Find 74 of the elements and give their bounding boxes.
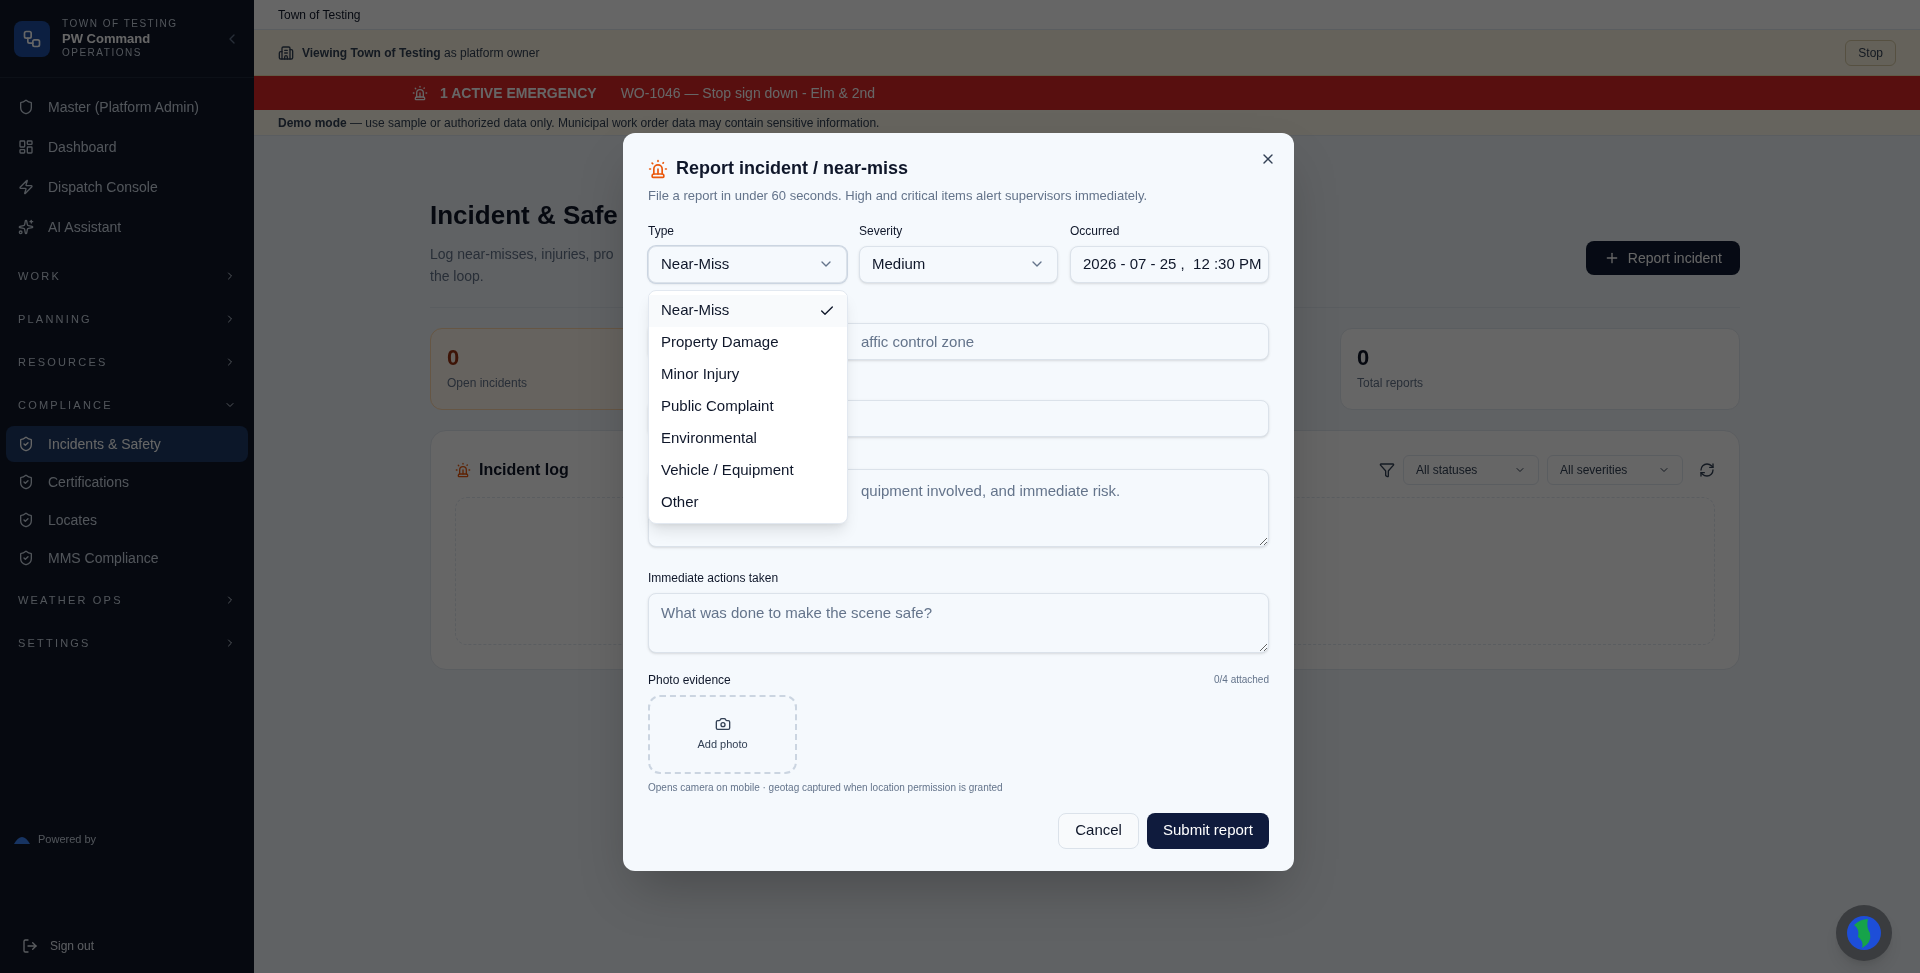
refresh-icon[interactable]	[1699, 462, 1715, 478]
panel-title: Incident log	[479, 460, 569, 480]
workflow-icon	[22, 28, 42, 49]
emergency-detail[interactable]: WO-1046 — Stop sign down - Elm & 2nd	[620, 82, 876, 104]
field-label: Immediate actions taken	[648, 569, 780, 587]
photo-hint: Opens camera on mobile · geotag captured when location permission is granted	[648, 780, 1004, 795]
section-header[interactable]: COMPLIANCE	[6, 383, 248, 427]
stat-value: 0	[447, 344, 460, 372]
section-header[interactable]: SETTINGS	[6, 621, 248, 665]
section-header[interactable]: WORK	[6, 254, 248, 298]
actions-field[interactable]: What was done to make the scene safe?	[648, 592, 1269, 653]
emergency-title: 1 ACTIVE EMERGENCY	[440, 83, 597, 103]
siren-icon	[412, 85, 428, 101]
shield-icon	[18, 99, 34, 116]
stat-label: Total reports	[1357, 375, 1424, 392]
sidebar-item[interactable]: AI Assistant	[6, 210, 248, 245]
report-incident-button[interactable]: Report incident	[1585, 241, 1740, 275]
dropdown-option[interactable]: Environmental	[649, 422, 847, 455]
impersonation-text: Viewing Town of Testing as platform owner	[302, 44, 540, 62]
section-header[interactable]: WEATHER OPS	[6, 578, 248, 622]
shield-check-icon	[18, 550, 34, 567]
powered-by-text: Powered by	[38, 831, 97, 847]
dropdown-option[interactable]: Public Complaint	[649, 390, 847, 423]
severity-select[interactable]: Medium	[859, 245, 1058, 283]
shield-check-icon	[18, 436, 34, 453]
field-label: Severity	[859, 222, 904, 240]
add-photo-button[interactable]: Add photo	[648, 694, 797, 774]
filter-icon	[1379, 462, 1395, 478]
page-title: Incident & Safe	[430, 199, 618, 232]
stat-label: Open incidents	[447, 375, 528, 392]
submit-button[interactable]: Submit report	[1146, 812, 1269, 849]
dropdown-option[interactable]: Other	[649, 486, 847, 519]
breadcrumb: Town of Testing	[254, 0, 1920, 30]
sidebar-item[interactable]: MMS Compliance	[6, 540, 248, 577]
sidebar-item[interactable]: Locates	[6, 502, 248, 539]
dropdown-option[interactable]: Near-Miss	[649, 294, 847, 327]
dialog-title: Report incident / near-miss	[676, 157, 909, 180]
dropdown-option[interactable]: Minor Injury	[649, 358, 847, 391]
type-select[interactable]: Near-Miss	[648, 245, 847, 283]
section-header[interactable]: PLANNING	[6, 297, 248, 341]
globe-icon	[1846, 915, 1882, 951]
building-icon	[278, 44, 294, 61]
sidebar-item[interactable]: Dispatch Console	[6, 170, 248, 205]
attachment-count: 0/4 attached	[1213, 673, 1269, 687]
sidebar-item[interactable]: Dashboard	[6, 130, 248, 165]
field-label: Type	[648, 222, 675, 240]
stat-value: 0	[1357, 344, 1370, 372]
dialog-subtitle: File a report in under 60 seconds. High and critical items alert supervisors immediately.	[648, 187, 1149, 205]
shield-check-icon	[18, 512, 34, 529]
siren-icon	[648, 158, 668, 179]
dashboard-icon	[18, 139, 34, 156]
lightning-icon	[18, 179, 34, 196]
sidebar-item[interactable]: Master (Platform Admin)	[6, 90, 248, 125]
siren-icon	[455, 462, 471, 478]
field-label: Photo evidence	[648, 671, 731, 689]
dropdown-option[interactable]: Property Damage	[649, 326, 847, 359]
sidebar-item[interactable]: Incidents & Safety	[6, 426, 248, 463]
date-time-field[interactable]: 2026 - 07 - 25 , 12 :30 PM	[1070, 245, 1269, 283]
stop-button[interactable]: Stop	[1845, 39, 1896, 66]
sidebar-item[interactable]: Certifications	[6, 464, 248, 501]
sparkles-icon	[18, 219, 34, 236]
section-header[interactable]: RESOURCES	[6, 340, 248, 384]
sign-out-icon	[22, 938, 38, 954]
cancel-button[interactable]: Cancel	[1058, 812, 1139, 849]
severity-filter[interactable]: All severities	[1547, 455, 1683, 485]
camera-icon	[714, 715, 731, 732]
status-filter[interactable]: All statuses	[1403, 455, 1539, 485]
demo-notice: Demo mode — use sample or authorized data only. Municipal work order data may contain sensitive information.	[278, 114, 880, 132]
field-label: Occurred	[1070, 222, 1121, 240]
app-name: PW Command	[62, 30, 152, 47]
app-subtitle: OPERATIONS	[62, 46, 143, 60]
shield-check-icon	[18, 474, 34, 491]
org-name: TOWN OF TESTING	[62, 18, 179, 31]
sign-out-link[interactable]: Sign out	[0, 937, 254, 973]
